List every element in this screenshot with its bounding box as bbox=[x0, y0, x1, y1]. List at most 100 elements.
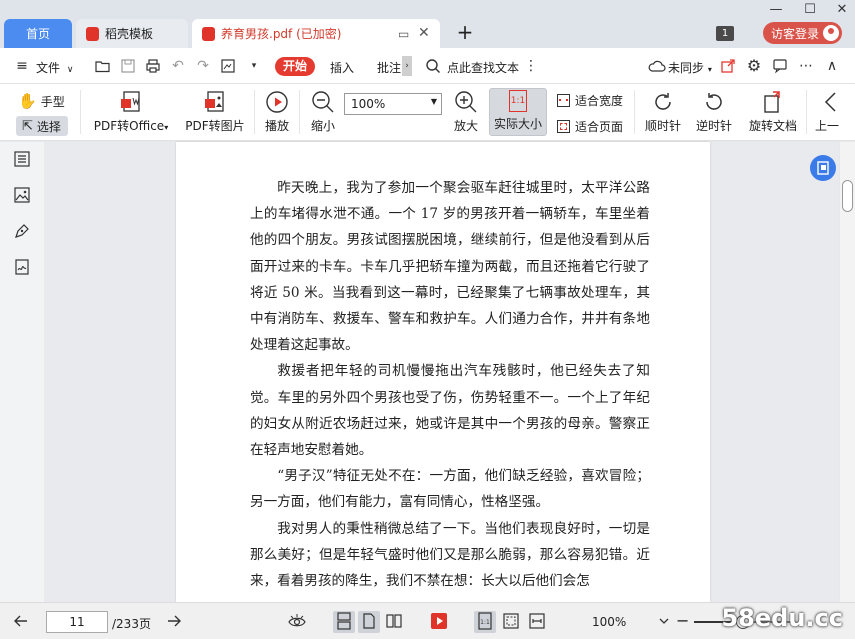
share-icon[interactable] bbox=[720, 58, 736, 74]
actual-size-status-icon[interactable]: 1:1 bbox=[476, 612, 494, 630]
eye-protection-icon[interactable] bbox=[288, 612, 306, 630]
new-tab-button[interactable]: + bbox=[455, 20, 475, 44]
find-text-link[interactable]: 点此查找文本 bbox=[447, 59, 519, 76]
docer-logo-icon bbox=[86, 26, 99, 41]
outline-list-icon[interactable] bbox=[13, 150, 31, 168]
status-zoom-value[interactable]: 100% bbox=[592, 615, 626, 629]
file-menu-label: 文件 bbox=[36, 61, 61, 75]
zoom-in-icon bbox=[455, 91, 477, 113]
pdf-to-office-label: PDF转Office bbox=[93, 119, 165, 133]
sync-dropdown-icon: ▾ bbox=[707, 65, 712, 74]
tab-templates-label: 稻壳模板 bbox=[105, 27, 154, 41]
close-window-icon[interactable]: ✕ bbox=[832, 2, 852, 18]
rotate-clockwise-button[interactable]: 顺时针 bbox=[643, 90, 683, 134]
zoom-out-button[interactable]: 缩小 bbox=[308, 90, 338, 134]
title-bar: 首页 稻壳模板 养育男孩.pdf (已加密) ▭ ✕ + — ☐ ✕ 1 访客登… bbox=[0, 0, 855, 48]
window-count-badge[interactable]: 1 bbox=[716, 26, 734, 41]
rotate-counterclockwise-button[interactable]: 逆时针 bbox=[694, 90, 734, 134]
play-button[interactable]: 播放 bbox=[262, 90, 292, 134]
close-tab-icon[interactable]: ✕ bbox=[418, 25, 430, 41]
page-body-text: 昨天晚上，我为了参加一个聚会驱车赶往城里时，太平洋公路上的车堵得水泄不通。一个 … bbox=[250, 175, 650, 594]
hamburger-menu-icon[interactable]: ≡ bbox=[14, 58, 30, 74]
signature-icon[interactable] bbox=[13, 258, 31, 276]
file-menu[interactable]: 文件 ∨ bbox=[36, 59, 73, 76]
zoom-out-icon bbox=[312, 91, 334, 113]
guest-login-button[interactable]: 访客登录 bbox=[763, 22, 842, 44]
hand-icon: ✋ bbox=[18, 92, 37, 110]
site-watermark: 58edu.cc bbox=[721, 604, 843, 632]
open-folder-icon[interactable] bbox=[95, 58, 111, 74]
floating-tool-button[interactable] bbox=[810, 155, 836, 181]
print-icon[interactable] bbox=[145, 58, 161, 74]
export-image-icon[interactable] bbox=[220, 58, 236, 74]
continuous-page-icon[interactable] bbox=[335, 612, 353, 630]
tab-templates[interactable]: 稻壳模板 bbox=[76, 19, 188, 48]
cursor-icon: ⇱ bbox=[22, 119, 33, 134]
zoom-dropdown-icon[interactable] bbox=[655, 612, 673, 630]
actual-size-label: 实际大小 bbox=[493, 117, 542, 131]
rotate-clockwise-icon bbox=[655, 93, 671, 110]
sync-status[interactable]: 未同步 ▾ bbox=[668, 59, 712, 76]
play-icon bbox=[266, 91, 288, 113]
tab-home[interactable]: 首页 bbox=[4, 19, 72, 48]
search-icon[interactable] bbox=[425, 58, 441, 74]
chevron-down-icon: ∨ bbox=[66, 65, 74, 75]
annotation-pen-icon[interactable] bbox=[13, 222, 31, 240]
rotate-document-icon bbox=[764, 91, 780, 113]
tab-document[interactable]: 养育男孩.pdf (已加密) ▭ ✕ bbox=[192, 19, 440, 48]
window-float-icon[interactable]: ▭ bbox=[398, 27, 409, 41]
tab-insert[interactable]: 插入 bbox=[330, 59, 354, 76]
rotate-clockwise-label: 顺时针 bbox=[644, 119, 681, 133]
current-page-input[interactable]: 11 bbox=[46, 611, 108, 633]
play-label: 播放 bbox=[264, 119, 289, 133]
tab-start[interactable]: 开始 bbox=[275, 57, 315, 76]
more-vertical-icon[interactable]: ⋮ bbox=[523, 58, 539, 74]
left-sidebar bbox=[0, 142, 44, 602]
undo-icon[interactable]: ↶ bbox=[170, 58, 186, 74]
thumbnail-image-icon[interactable] bbox=[13, 186, 31, 204]
next-page-arrow-icon[interactable] bbox=[165, 612, 183, 630]
tabs-scroll-right-icon[interactable]: › bbox=[402, 56, 412, 76]
single-page-icon[interactable] bbox=[360, 612, 378, 630]
paragraph: 昨天晚上，我为了参加一个聚会驱车赶往城里时，太平洋公路上的车堵得水泄不通。一个 … bbox=[250, 180, 650, 354]
settings-gear-icon[interactable]: ⚙ bbox=[746, 58, 762, 74]
fit-page-status-icon[interactable] bbox=[502, 612, 520, 630]
pdf-to-office-dropdown-icon: ▾ bbox=[164, 123, 169, 132]
zoom-minus-icon[interactable]: − bbox=[676, 611, 689, 630]
divider bbox=[806, 90, 807, 134]
save-icon[interactable] bbox=[120, 58, 136, 74]
zoom-select[interactable]: 100% ▼ bbox=[344, 93, 442, 115]
menu-bar: ≡ 文件 ∨ ↶ ↷ ▾ 开始 插入 批注 › 点此查找文本 ⋮ 未同步 ▾ ⚙… bbox=[0, 48, 855, 84]
zoom-in-button[interactable]: 放大 bbox=[451, 90, 481, 134]
pdf-to-office-button[interactable]: PDF转Office▾ bbox=[91, 90, 171, 134]
double-page-icon[interactable] bbox=[385, 612, 403, 630]
redo-icon[interactable]: ↷ bbox=[195, 58, 211, 74]
previous-page-label: 上一 bbox=[815, 119, 840, 133]
guest-login-label: 访客登录 bbox=[771, 26, 820, 41]
scrollbar-thumb[interactable] bbox=[842, 180, 853, 212]
fit-page-button[interactable]: 适合页面 bbox=[557, 118, 623, 135]
rotate-document-button[interactable]: 旋转文档 bbox=[746, 90, 800, 134]
hand-tool-button[interactable]: ✋ 手型 bbox=[18, 92, 65, 110]
minimize-icon[interactable]: — bbox=[766, 2, 786, 18]
slideshow-play-icon[interactable] bbox=[430, 612, 448, 630]
comment-icon[interactable] bbox=[772, 58, 788, 74]
collapse-ribbon-icon[interactable]: ∧ bbox=[824, 58, 840, 74]
fit-width-button[interactable]: 适合宽度 bbox=[557, 92, 623, 109]
divider bbox=[634, 90, 635, 134]
divider bbox=[299, 90, 300, 134]
tab-annotate[interactable]: 批注 bbox=[377, 59, 401, 76]
cloud-sync-icon[interactable] bbox=[648, 58, 666, 74]
previous-page-button[interactable]: 上一 bbox=[815, 90, 845, 134]
vertical-scrollbar[interactable] bbox=[840, 142, 855, 602]
more-horizontal-icon[interactable]: ⋯ bbox=[798, 58, 814, 74]
quick-access-dropdown-icon[interactable]: ▾ bbox=[246, 58, 262, 74]
maximize-icon[interactable]: ☐ bbox=[800, 2, 820, 18]
pdf-page[interactable]: 昨天晚上，我为了参加一个聚会驱车赶往城里时，太平洋公路上的车堵得水泄不通。一个 … bbox=[176, 142, 710, 602]
prev-page-arrow-icon[interactable] bbox=[12, 612, 30, 630]
fit-width-status-icon[interactable] bbox=[528, 612, 546, 630]
document-canvas[interactable]: 昨天晚上，我为了参加一个聚会驱车赶往城里时，太平洋公路上的车堵得水泄不通。一个 … bbox=[44, 142, 839, 602]
tab-document-label: 养育男孩.pdf (已加密) bbox=[221, 27, 342, 41]
pdf-to-image-button[interactable]: PDF转图片 bbox=[184, 90, 246, 134]
actual-size-content: 1:1 实际大小 bbox=[490, 90, 546, 132]
